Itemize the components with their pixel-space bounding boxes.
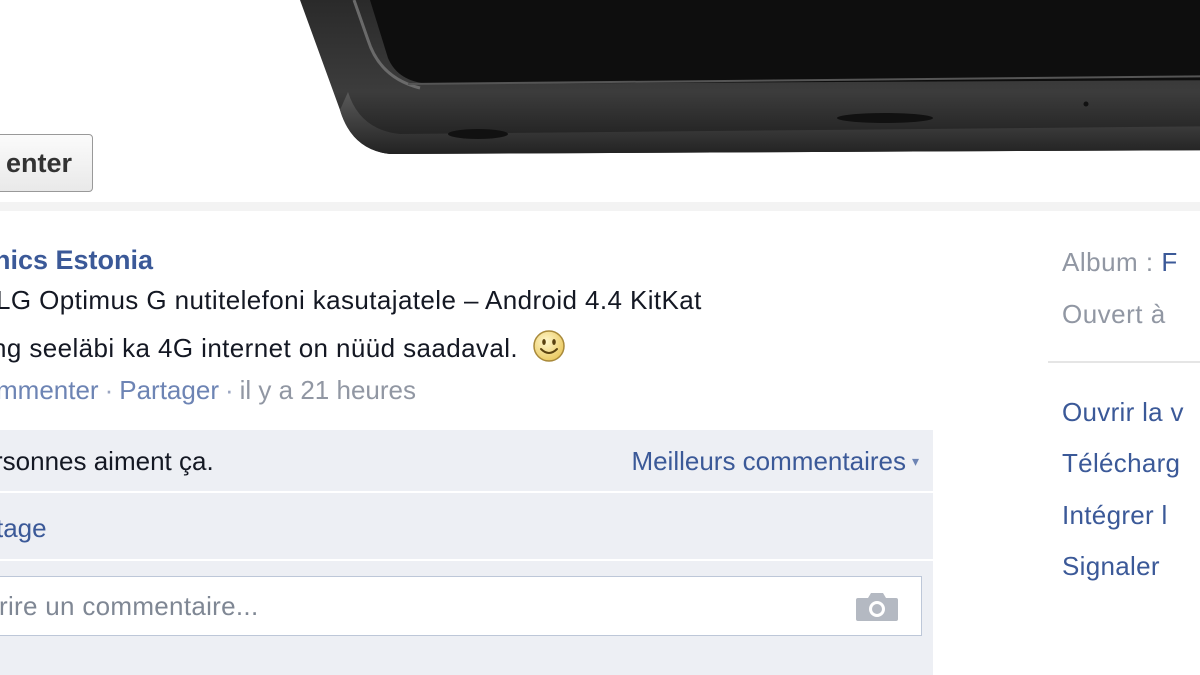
camera-icon[interactable] bbox=[855, 592, 899, 622]
likes-row: rsonnes aiment ça. Meilleurs commentaire… bbox=[0, 430, 933, 493]
post-timestamp[interactable]: il y a 21 heures bbox=[240, 375, 416, 405]
separator-dot: · bbox=[224, 375, 234, 405]
visibility-info: Ouvert à bbox=[1062, 299, 1166, 329]
likes-count-text[interactable]: rsonnes aiment ça. bbox=[0, 446, 214, 477]
photo-viewer: enter bbox=[0, 0, 1200, 202]
shares-row: tage bbox=[0, 495, 933, 561]
comment-photo-button[interactable]: enter bbox=[0, 134, 93, 192]
post-message-text: ng seeläbi ka 4G internet on nüüd saadav… bbox=[0, 333, 519, 363]
album-label: Album : bbox=[1062, 247, 1154, 277]
comment-order-label: Meilleurs commentaires bbox=[631, 446, 906, 476]
caret-down-icon: ▾ bbox=[911, 453, 919, 469]
album-info: Album : F bbox=[1062, 247, 1178, 278]
sidebar-link-open-fullscreen[interactable]: Ouvrir la v bbox=[1062, 397, 1184, 428]
smiley-icon bbox=[532, 330, 565, 362]
comment-composer bbox=[0, 576, 922, 636]
sidebar-link-download[interactable]: Télécharg bbox=[1062, 448, 1180, 479]
shares-count-link[interactable]: tage bbox=[0, 513, 47, 544]
share-link[interactable]: Partager bbox=[119, 375, 219, 405]
sidebar-divider bbox=[1048, 361, 1200, 363]
comment-input[interactable] bbox=[0, 577, 837, 635]
album-link[interactable]: F bbox=[1161, 247, 1177, 277]
sidebar-link-report[interactable]: Signaler bbox=[1062, 551, 1160, 582]
section-separator bbox=[0, 202, 1200, 211]
comment-order-selector[interactable]: Meilleurs commentaires ▾ bbox=[631, 446, 919, 477]
separator-dot: · bbox=[104, 375, 114, 405]
post-message-line-2: ng seeläbi ka 4G internet on nüüd saadav… bbox=[0, 329, 566, 364]
post-actions: mmenter · Partager · il y a 21 heures bbox=[0, 375, 416, 406]
post-message-line-1: LG Optimus G nutitelefoni kasutajatele –… bbox=[0, 285, 702, 315]
post-content: nics Estonia LG Optimus G nutitelefoni k… bbox=[0, 211, 935, 675]
phone-photo bbox=[300, 0, 1200, 154]
sidebar-link-embed[interactable]: Intégrer l bbox=[1062, 500, 1168, 531]
photo-sidebar: Album : F Ouvert à Ouvrir la v Télécharg… bbox=[1048, 211, 1200, 675]
comment-link[interactable]: mmenter bbox=[0, 375, 99, 405]
feedback-panel: rsonnes aiment ça. Meilleurs commentaire… bbox=[0, 430, 933, 675]
post-author[interactable]: nics Estonia bbox=[0, 245, 153, 276]
